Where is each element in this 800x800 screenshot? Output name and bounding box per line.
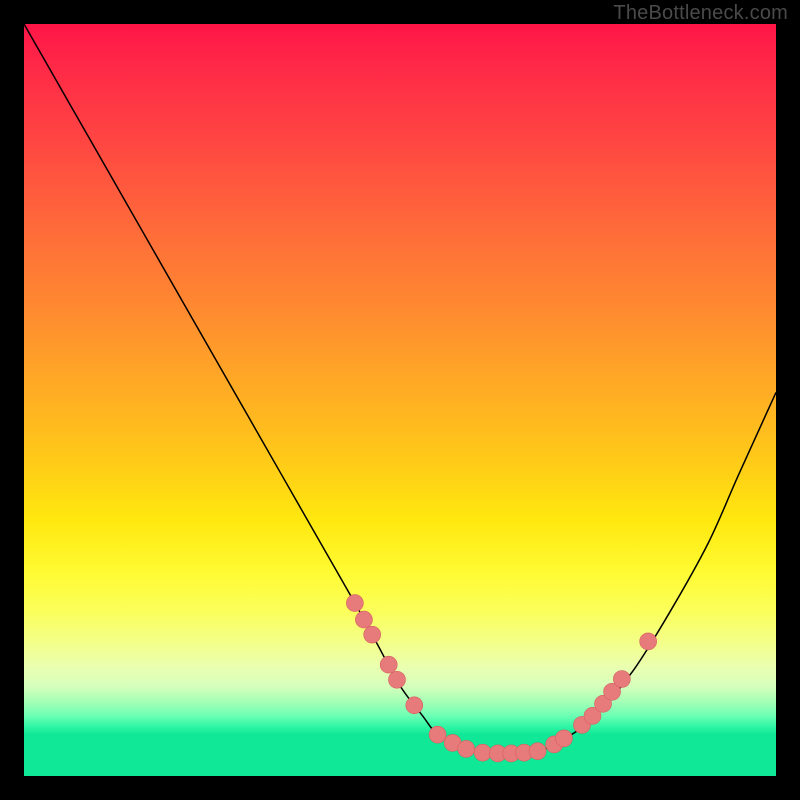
highlight-point (555, 730, 572, 747)
highlight-point (474, 744, 491, 761)
highlight-point (355, 611, 372, 628)
highlight-point (380, 656, 397, 673)
highlight-point (364, 626, 381, 643)
bottleneck-chart-svg (24, 24, 776, 776)
bottleneck-curve-line (24, 24, 776, 754)
highlight-point (406, 697, 423, 714)
watermark-text: TheBottleneck.com (613, 2, 788, 25)
highlight-point (613, 670, 630, 687)
chart-plot-area (24, 24, 776, 776)
highlight-points-group (346, 595, 656, 762)
highlight-point (429, 726, 446, 743)
highlight-point (640, 633, 657, 650)
highlight-point (529, 743, 546, 760)
highlight-point (346, 595, 363, 612)
highlight-point (388, 671, 405, 688)
highlight-point (458, 740, 475, 757)
